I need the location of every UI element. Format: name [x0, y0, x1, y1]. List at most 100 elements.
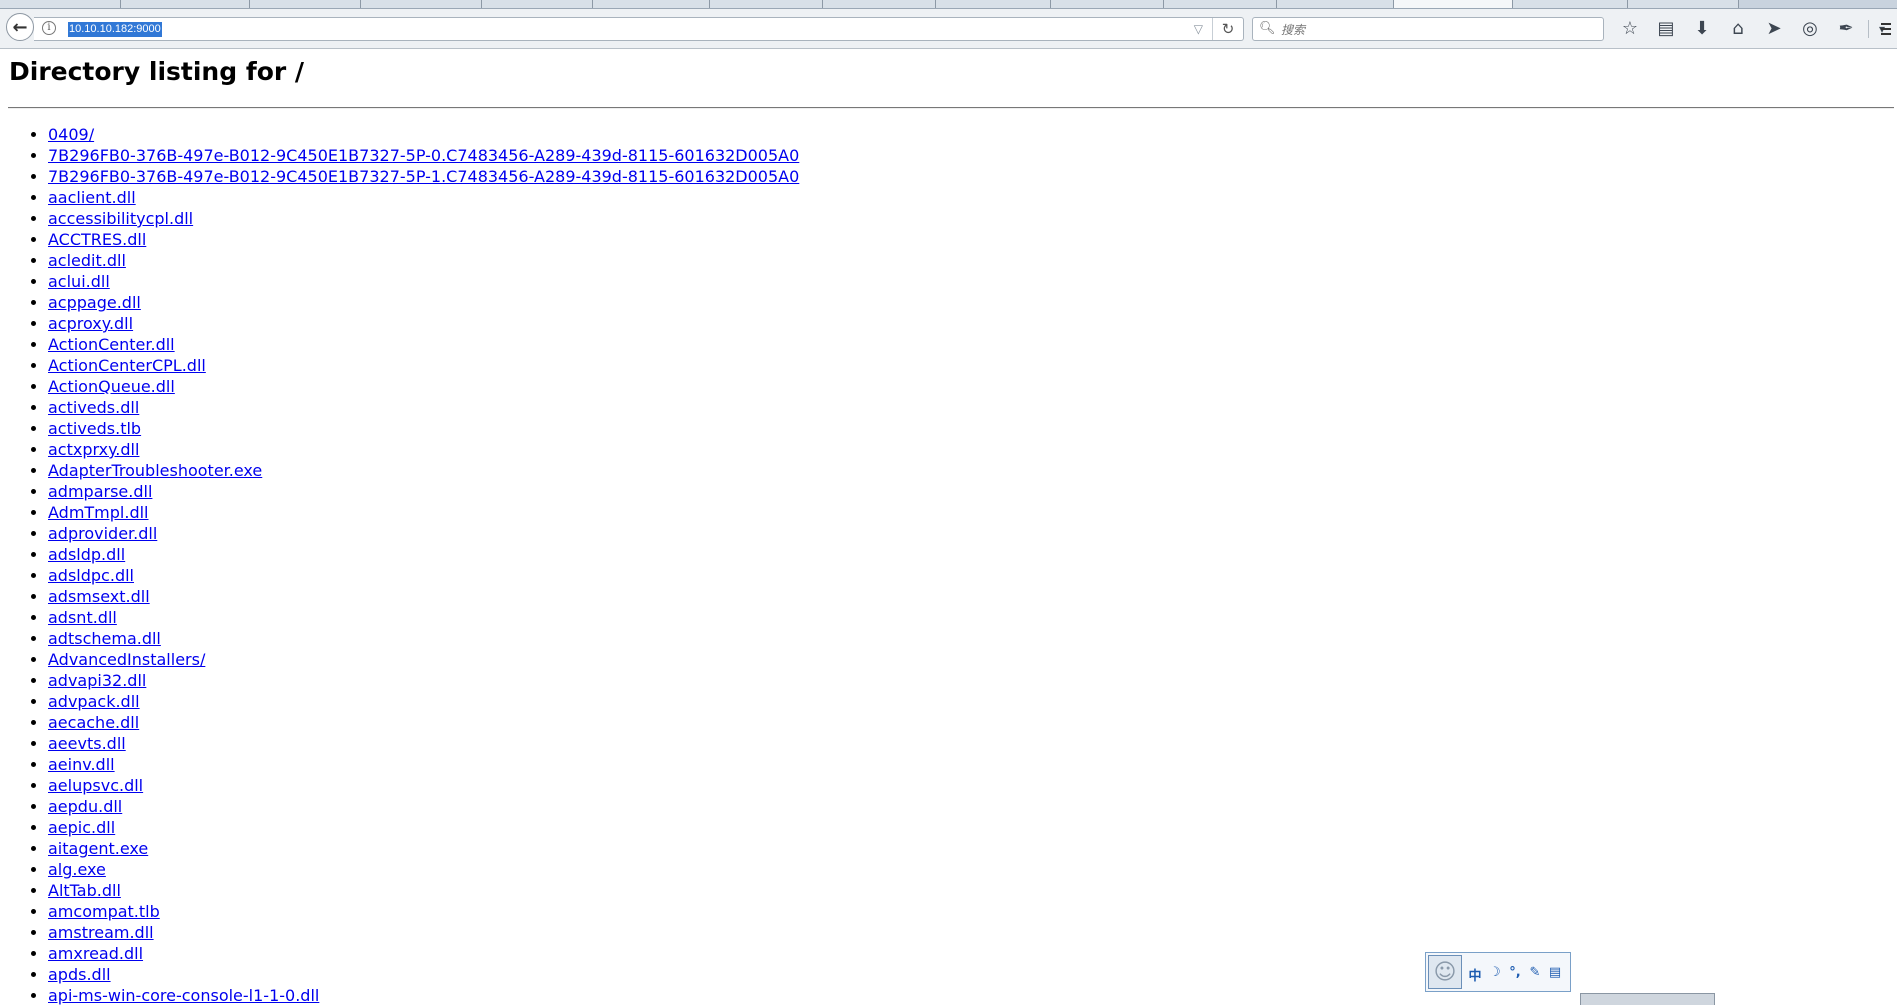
home-icon[interactable]: ⌂: [1720, 17, 1756, 41]
list-item: alg.exe: [48, 859, 799, 880]
toolbar: ☆ ▤ ⬇︎ ⌂ ➤ ◎ ✒ ▾: [1612, 17, 1891, 41]
file-link[interactable]: adsmsext.dll: [48, 587, 150, 606]
file-link[interactable]: aecache.dll: [48, 713, 139, 732]
search-icon: 🔍︎: [1259, 21, 1276, 36]
list-item: activeds.tlb: [48, 418, 799, 439]
list-item: aepdu.dll: [48, 796, 799, 817]
tab[interactable]: [1051, 0, 1164, 8]
tab[interactable]: [1513, 0, 1628, 8]
file-link[interactable]: amcompat.tlb: [48, 902, 160, 921]
file-link[interactable]: acproxy.dll: [48, 314, 133, 333]
file-link[interactable]: AdapterTroubleshooter.exe: [48, 461, 262, 480]
file-link[interactable]: acledit.dll: [48, 251, 126, 270]
tab[interactable]: [482, 0, 593, 8]
file-link[interactable]: amxread.dll: [48, 944, 143, 963]
ime-avatar-icon[interactable]: ☺: [1428, 955, 1462, 989]
url-text[interactable]: 10.10.10.182:9000: [68, 22, 162, 37]
file-link[interactable]: aepdu.dll: [48, 797, 122, 816]
list-item: admparse.dll: [48, 481, 799, 502]
list-item: amxread.dll: [48, 943, 799, 964]
file-link[interactable]: 7B296FB0-376B-497e-B012-9C450E1B7327-5P-…: [48, 167, 799, 186]
file-link[interactable]: 7B296FB0-376B-497e-B012-9C450E1B7327-5P-…: [48, 146, 799, 165]
bookmark-star-icon[interactable]: ☆: [1612, 17, 1648, 41]
file-link[interactable]: AdmTmpl.dll: [48, 503, 149, 522]
file-link[interactable]: adprovider.dll: [48, 524, 157, 543]
tab[interactable]: [250, 0, 361, 8]
download-icon[interactable]: ⬇︎: [1684, 17, 1720, 41]
ime-punctuation-icon[interactable]: °,: [1508, 965, 1522, 984]
file-link[interactable]: actxprxy.dll: [48, 440, 139, 459]
back-arrow-icon: ←: [12, 16, 28, 38]
list-item: 7B296FB0-376B-497e-B012-9C450E1B7327-5P-…: [48, 166, 799, 187]
file-link[interactable]: ACCTRES.dll: [48, 230, 146, 249]
dropdown-arrow-icon[interactable]: ▽: [1194, 22, 1203, 36]
extension-icon[interactable]: ✒: [1828, 17, 1864, 41]
tab[interactable]: [823, 0, 936, 8]
file-link[interactable]: advpack.dll: [48, 692, 140, 711]
search-input[interactable]: [1279, 20, 1593, 40]
tab-active[interactable]: [1394, 0, 1513, 8]
file-link[interactable]: 0409/: [48, 125, 94, 144]
file-link[interactable]: aeevts.dll: [48, 734, 126, 753]
pocket-icon[interactable]: ◎: [1792, 17, 1828, 41]
file-link[interactable]: advapi32.dll: [48, 671, 146, 690]
file-link[interactable]: AltTab.dll: [48, 881, 121, 900]
ime-chinese-mode-icon[interactable]: 中: [1468, 965, 1482, 984]
file-link[interactable]: aaclient.dll: [48, 188, 136, 207]
list-item: ActionQueue.dll: [48, 376, 799, 397]
file-link[interactable]: acppage.dll: [48, 293, 141, 312]
file-link[interactable]: adsldp.dll: [48, 545, 125, 564]
file-link[interactable]: ActionCenterCPL.dll: [48, 356, 206, 375]
file-link[interactable]: activeds.tlb: [48, 419, 141, 438]
file-link[interactable]: aepic.dll: [48, 818, 115, 837]
ime-toolbar: ☺ 中 ☽ °, ✎ ▤: [1425, 952, 1571, 992]
list-item: aclui.dll: [48, 271, 799, 292]
tab[interactable]: [1277, 0, 1394, 8]
tab[interactable]: [1164, 0, 1277, 8]
file-link[interactable]: admparse.dll: [48, 482, 152, 501]
file-link[interactable]: adsldpc.dll: [48, 566, 134, 585]
reading-list-icon[interactable]: ▤: [1648, 17, 1684, 41]
tab[interactable]: [710, 0, 823, 8]
list-item: aaclient.dll: [48, 187, 799, 208]
ime-wrench-icon[interactable]: ✎: [1528, 965, 1542, 984]
send-icon[interactable]: ➤: [1756, 17, 1792, 41]
tab[interactable]: [593, 0, 710, 8]
file-link[interactable]: aitagent.exe: [48, 839, 148, 858]
tab[interactable]: [121, 0, 250, 8]
tab[interactable]: [0, 0, 121, 8]
hamburger-menu-icon[interactable]: [1881, 17, 1897, 41]
file-link[interactable]: apds.dll: [48, 965, 111, 984]
file-link[interactable]: aclui.dll: [48, 272, 110, 291]
file-link[interactable]: activeds.dll: [48, 398, 139, 417]
list-item: adsnt.dll: [48, 607, 799, 628]
file-link[interactable]: accessibilitycpl.dll: [48, 209, 193, 228]
horizontal-rule: [8, 107, 1894, 109]
file-link[interactable]: AdvancedInstallers/: [48, 650, 205, 669]
file-link[interactable]: aelupsvc.dll: [48, 776, 143, 795]
ime-keyboard-icon[interactable]: ▤: [1548, 965, 1562, 984]
list-item: amstream.dll: [48, 922, 799, 943]
search-bar[interactable]: 🔍︎: [1252, 17, 1604, 41]
list-item: aitagent.exe: [48, 838, 799, 859]
list-item: aelupsvc.dll: [48, 775, 799, 796]
file-link[interactable]: adtschema.dll: [48, 629, 161, 648]
tab[interactable]: [361, 0, 482, 8]
file-link[interactable]: ActionCenter.dll: [48, 335, 175, 354]
tab[interactable]: [936, 0, 1051, 8]
tab[interactable]: [1628, 0, 1739, 8]
back-button[interactable]: ←: [6, 13, 34, 41]
directory-listing: 0409/7B296FB0-376B-497e-B012-9C450E1B732…: [0, 124, 799, 1005]
list-item: AdvancedInstallers/: [48, 649, 799, 670]
url-bar[interactable]: i 10.10.10.182:9000 ▽ ↻: [34, 17, 1244, 41]
info-icon[interactable]: i: [42, 21, 56, 35]
file-link[interactable]: aeinv.dll: [48, 755, 115, 774]
file-link[interactable]: amstream.dll: [48, 923, 154, 942]
file-link[interactable]: ActionQueue.dll: [48, 377, 175, 396]
list-item: adtschema.dll: [48, 628, 799, 649]
file-link[interactable]: api-ms-win-core-console-l1-1-0.dll: [48, 986, 319, 1005]
file-link[interactable]: adsnt.dll: [48, 608, 117, 627]
ime-moon-icon[interactable]: ☽: [1488, 965, 1502, 984]
file-link[interactable]: alg.exe: [48, 860, 106, 879]
reload-icon[interactable]: ↻: [1212, 18, 1243, 40]
